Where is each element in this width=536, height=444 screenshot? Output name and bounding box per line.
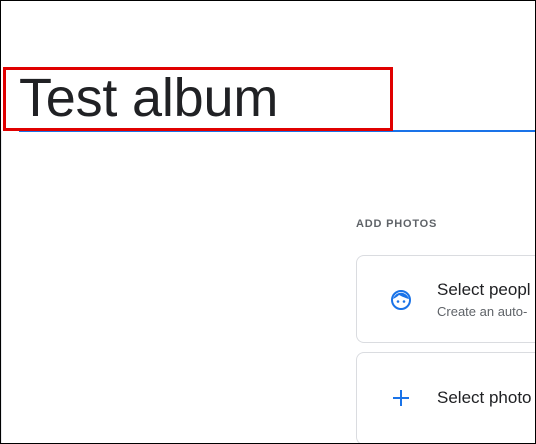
select-people-title: Select peopl <box>437 280 531 299</box>
album-title-field[interactable]: Test album <box>19 65 535 132</box>
face-icon <box>389 288 413 312</box>
album-title-underline <box>19 130 535 132</box>
plus-icon <box>389 386 413 410</box>
select-photos-title: Select photo <box>437 388 532 407</box>
select-photos-card[interactable]: Select photo <box>356 352 535 443</box>
album-title-text[interactable]: Test album <box>19 65 278 131</box>
select-people-subtitle: Create an auto- <box>437 304 528 319</box>
page: Test album ADD PHOTOS Select peopl Creat… <box>0 0 536 444</box>
select-people-card[interactable]: Select peopl Create an auto- <box>356 255 535 343</box>
add-photos-label: ADD PHOTOS <box>356 218 438 230</box>
divider <box>1 131 2 443</box>
